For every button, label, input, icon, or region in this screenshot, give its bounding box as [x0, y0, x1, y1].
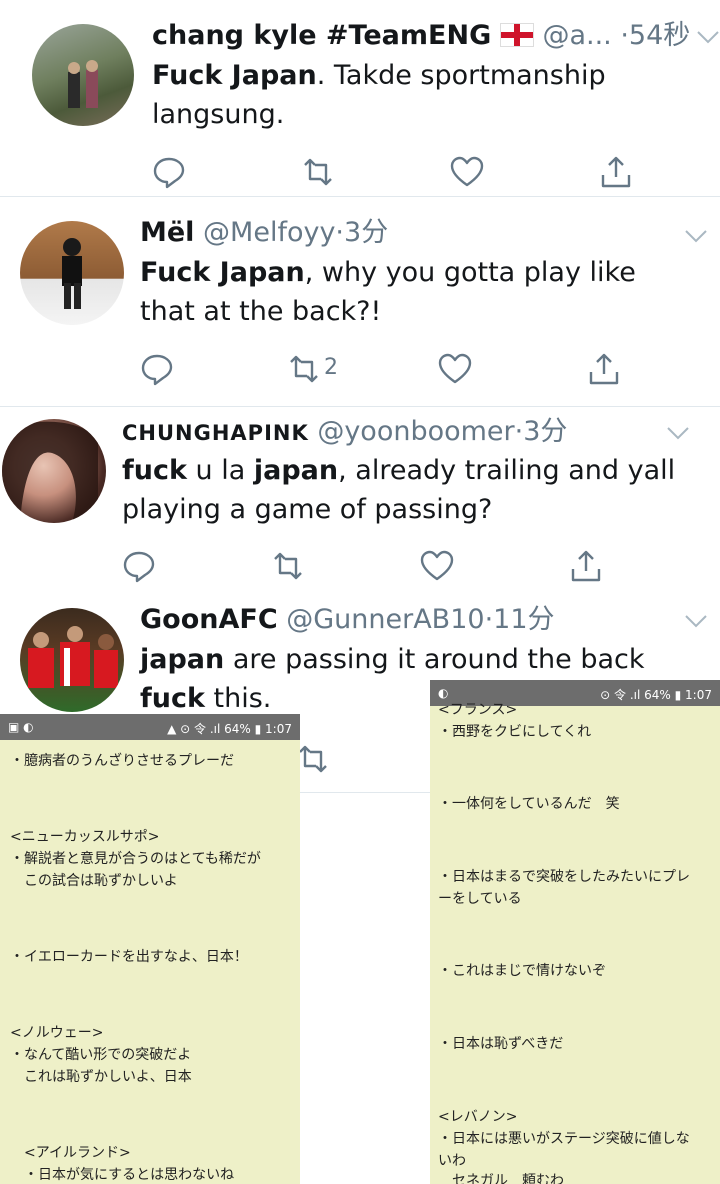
- tweet-text-bold: japan: [140, 644, 225, 675]
- tweet-text-line2: that at the back?!: [140, 296, 382, 327]
- separator: ·: [514, 416, 524, 447]
- profile-photo-woman-icon: [2, 421, 98, 523]
- comment-line: <フランス>: [438, 702, 518, 718]
- profile-photo-person-icon: [62, 238, 82, 309]
- avatar[interactable]: [20, 608, 124, 712]
- tweet-3[interactable]: CHUNGHAPINK @yoonboomer·3分 fuck u la jap…: [0, 407, 720, 600]
- comment-line: ・日本には悪いがステージ突破に値しな: [438, 1131, 690, 1147]
- display-name[interactable]: chang kyle #TeamENG: [152, 20, 491, 51]
- comment-line: ・イエローカードを出すなよ、日本！: [10, 949, 248, 965]
- tweet-text-line2: langsung.: [152, 99, 285, 130]
- tweet-text-bold: fuck: [140, 683, 205, 714]
- separator: ·: [335, 217, 345, 248]
- status-bar-text: ⊙ 令 .ıl 64% ▮ 1:07: [600, 688, 712, 702]
- overlay-screenshot-right: ◐ ⊙ 令 .ıl 64% ▮ 1:07 <フランス> ・西野をクビにしてくれ …: [430, 680, 720, 1184]
- comment-line: ・日本が気にするとは思わないね: [10, 1167, 235, 1183]
- tweet-text-rest: u la: [186, 455, 254, 486]
- chevron-down-icon[interactable]: [696, 30, 720, 44]
- tweet-text-bold: Fuck Japan: [140, 257, 305, 288]
- retweet-icon[interactable]: [296, 742, 330, 776]
- tweet-text-bold: Fuck Japan: [152, 60, 317, 91]
- app-icons: ▣ ◐: [8, 720, 34, 734]
- profile-photo-couple-icon: [68, 60, 98, 108]
- england-flag-icon: [499, 23, 534, 47]
- status-bar: ▣ ◐ ▲ ⊙ 令 .ıl 64% ▮ 1:07: [0, 714, 300, 740]
- comment-line: ・臆病者のうんざりさせるプレーだ: [10, 753, 234, 769]
- retweet-icon[interactable]: [301, 155, 335, 189]
- comment-line: ・解説者と意見が合うのはとても稀だが: [10, 851, 261, 867]
- comment-line: セネガル 頼むわ: [438, 1173, 564, 1184]
- share-icon[interactable]: [587, 352, 621, 386]
- comment-line: ・一体何をしているんだ 笑: [438, 796, 620, 812]
- reply-icon[interactable]: [122, 549, 156, 583]
- timestamp[interactable]: 3分: [523, 416, 567, 447]
- profile-photo-football-icon: [28, 626, 118, 688]
- avatar[interactable]: [2, 419, 106, 523]
- avatar[interactable]: [20, 221, 124, 325]
- overlay-screenshot-left: ▣ ◐ ▲ ⊙ 令 .ıl 64% ▮ 1:07 ・臆病者のうんざりさせるプレー…: [0, 714, 300, 1184]
- separator: ·: [484, 604, 494, 635]
- tweet-header: CHUNGHAPINK @yoonboomer·3分: [122, 415, 567, 450]
- comment-line: ・これはまじで情けないぞ: [438, 963, 606, 979]
- comment-line: <ニューカッスルサポ>: [10, 829, 160, 845]
- comment-line: ・なんて酷い形での突破だよ: [10, 1047, 192, 1063]
- like-heart-icon[interactable]: [438, 352, 472, 386]
- tweet-text-rest: this.: [204, 683, 272, 714]
- tweet-text: fuck u la japan, already trailing and ya…: [122, 451, 675, 529]
- tweet-header: Mël @Melfoyy·3分: [140, 216, 388, 250]
- comment-line: いわ: [438, 1153, 466, 1169]
- comment-line: ・西野をクビにしてくれ: [438, 724, 592, 740]
- tweet-text-rest: are passing it around the back: [224, 644, 645, 675]
- separator: ·: [620, 20, 629, 51]
- comment-line: ーをしている: [438, 891, 522, 907]
- chevron-down-icon[interactable]: [684, 229, 708, 243]
- tweet-header: GoonAFC @GunnerAB10·11分: [140, 603, 555, 637]
- tweet-text: Fuck Japan. Takde sportmanship langsung.: [152, 56, 606, 134]
- handle[interactable]: @a...: [542, 20, 611, 51]
- retweet-icon[interactable]: [287, 352, 321, 386]
- handle[interactable]: @Melfoyy: [203, 217, 335, 248]
- like-heart-icon[interactable]: [450, 155, 484, 189]
- comment-line: <レバノン>: [438, 1109, 518, 1125]
- share-icon[interactable]: [599, 155, 633, 189]
- timestamp[interactable]: 54秒: [629, 20, 690, 51]
- tweet-text-rest: , already trailing and yall: [338, 455, 676, 486]
- reply-icon[interactable]: [140, 352, 174, 386]
- handle[interactable]: @GunnerAB10: [286, 604, 484, 635]
- display-name[interactable]: GoonAFC: [140, 604, 278, 635]
- tweet-text-line2: playing a game of passing?: [122, 494, 493, 525]
- tweet-text-bold: fuck: [122, 455, 187, 486]
- comment-line: ・日本は恥ずべきだ: [438, 1036, 564, 1052]
- display-name[interactable]: Mël: [140, 217, 194, 248]
- tweet-header: chang kyle #TeamENG @a... ·54秒: [152, 19, 690, 53]
- comment-line: <アイルランド>: [10, 1145, 131, 1161]
- tweet-text-rest: , why you gotta play like: [304, 257, 636, 288]
- tweet-text-bold: japan: [253, 455, 339, 486]
- comment-line: ・日本はまるで突破をしたみたいにプレ: [438, 869, 690, 885]
- share-icon[interactable]: [569, 549, 603, 583]
- tweet-text-rest: . Takde sportmanship: [316, 60, 606, 91]
- chevron-down-icon[interactable]: [666, 426, 690, 440]
- tweet-2[interactable]: Mël @Melfoyy·3分 Fuck Japan, why you gott…: [0, 197, 720, 406]
- retweet-icon[interactable]: [271, 549, 305, 583]
- comment-line: これは恥ずかしいよ、日本: [10, 1069, 192, 1085]
- avatar[interactable]: [32, 24, 134, 126]
- status-bar-text: ▲ ⊙ 令 .ıl 64% ▮ 1:07: [167, 722, 292, 736]
- divider: [300, 792, 430, 793]
- tweet-text: Fuck Japan, why you gotta play like that…: [140, 253, 636, 331]
- display-name[interactable]: CHUNGHAPINK: [122, 421, 309, 445]
- reply-icon[interactable]: [152, 155, 186, 189]
- comment-line: <ノルウェー>: [10, 1025, 104, 1041]
- timestamp[interactable]: 3分: [344, 217, 388, 248]
- timestamp[interactable]: 11分: [493, 604, 554, 635]
- handle[interactable]: @yoonboomer: [317, 416, 514, 447]
- comment-line: この試合は恥ずかしいよ: [10, 873, 178, 889]
- chevron-down-icon[interactable]: [684, 614, 708, 628]
- like-heart-icon[interactable]: [420, 549, 454, 583]
- tweet-1[interactable]: chang kyle #TeamENG @a... ·54秒 Fuck Japa…: [0, 0, 720, 196]
- retweet-count: 2: [324, 355, 338, 380]
- app-icons: ◐: [438, 686, 449, 700]
